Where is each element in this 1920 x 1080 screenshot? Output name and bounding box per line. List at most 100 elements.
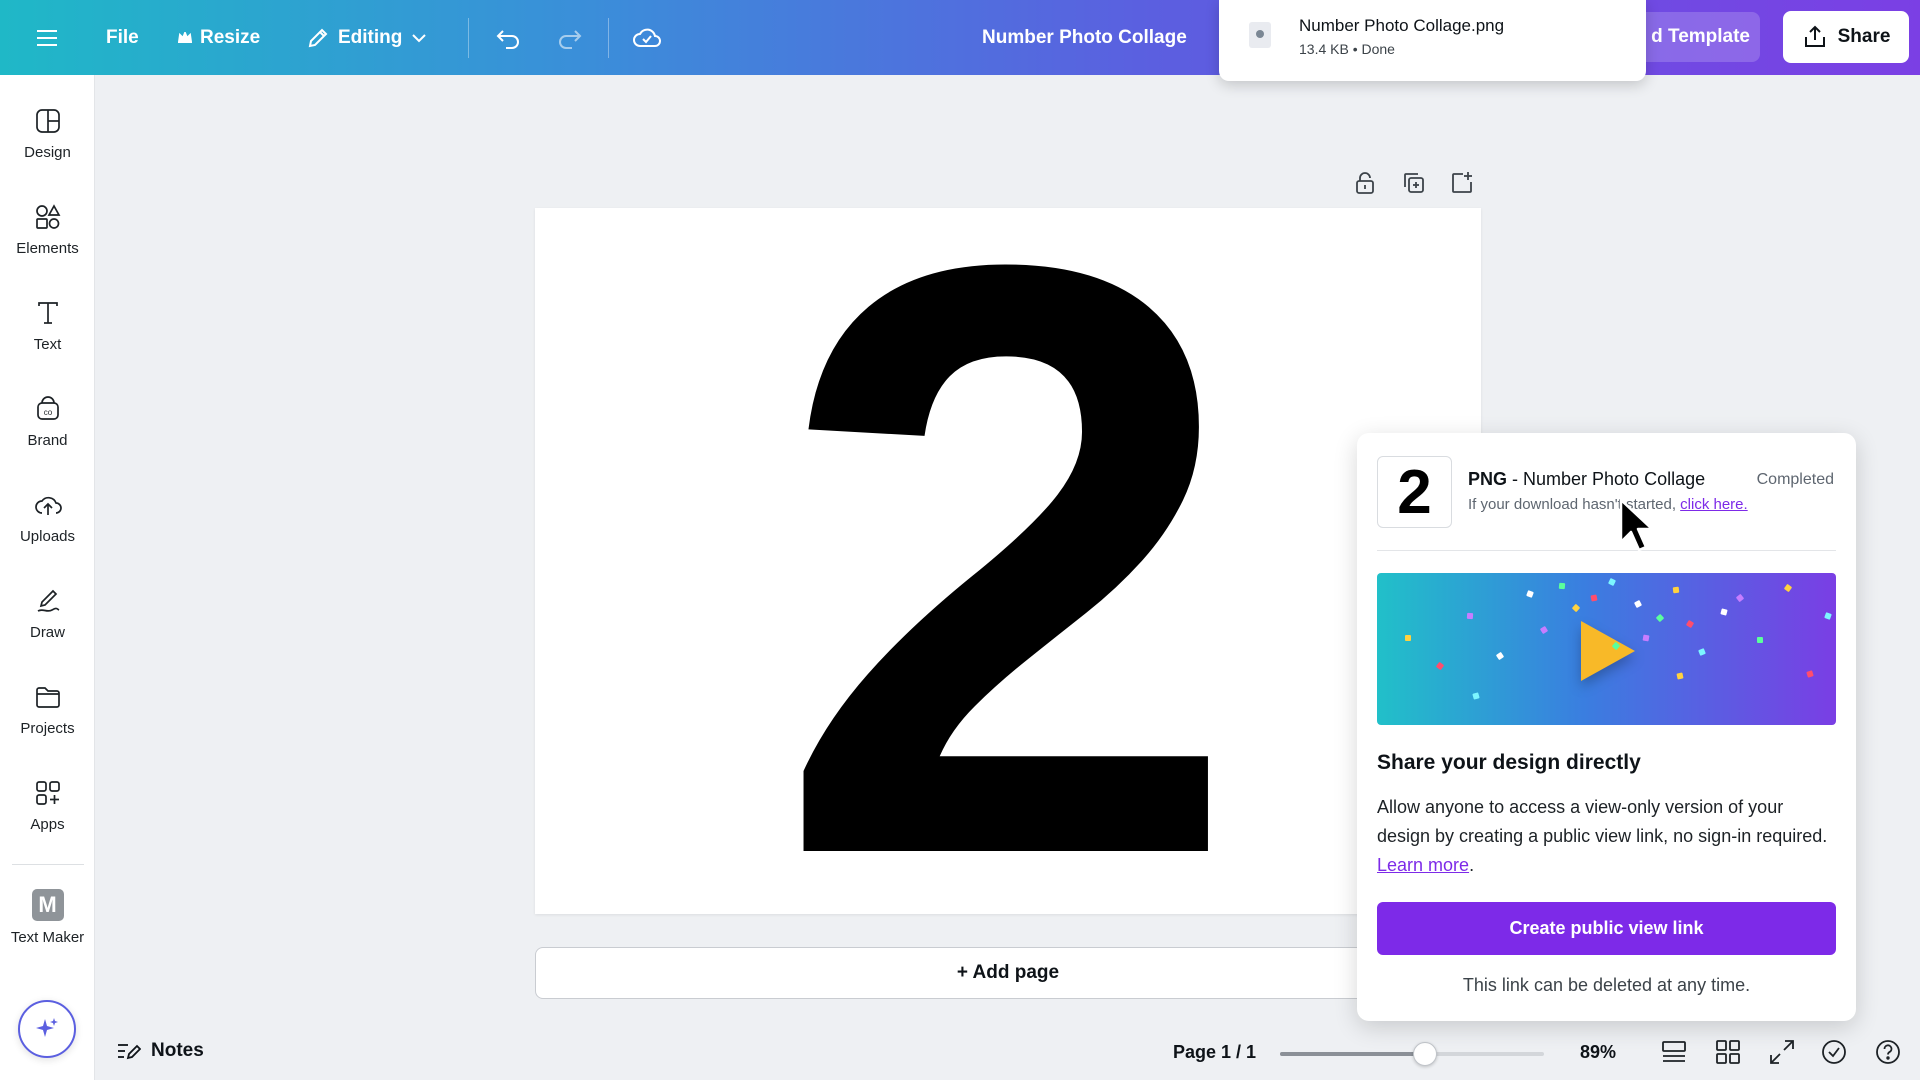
download-file-name: Number Photo Collage.png [1299,16,1505,35]
file-image-icon [1249,22,1271,48]
sidebar-label: Apps [30,816,65,833]
download-title: PNG - Number Photo Collage [1468,469,1705,490]
confetti-piece [1633,599,1643,609]
confetti-piece [1642,634,1650,642]
pencil-icon [308,28,328,47]
page-view-icon [1662,1041,1686,1062]
add-page-icon-button[interactable] [1449,170,1477,198]
number-graphic[interactable]: 2 [535,208,1481,914]
click-here-link[interactable]: click here. [1680,496,1748,513]
share-button[interactable]: Share [1783,11,1909,63]
sidebar-item-apps[interactable]: Apps [0,778,95,858]
learn-more-link[interactable]: Learn more [1377,855,1469,875]
zoom-slider-fill [1280,1052,1426,1056]
brand-icon: co [36,396,59,420]
editing-mode-dropdown[interactable]: Editing [306,0,428,75]
redo-icon [559,29,582,49]
confetti-piece [1756,636,1764,644]
svg-text:co: co [43,408,52,417]
zoom-slider[interactable] [1280,1042,1544,1066]
mouse-cursor-icon [1619,498,1654,552]
undo-button[interactable] [494,0,522,75]
notes-button[interactable]: Notes [115,1040,204,1062]
sidebar-label: Elements [16,240,79,257]
confetti-piece [1655,613,1665,623]
zoom-level[interactable]: 89% [1580,1042,1616,1063]
download-hint: If your download hasn't started, click h… [1468,496,1748,513]
sidebar-divider [12,864,84,865]
design-page[interactable]: 2 [535,208,1481,914]
elements-icon [35,204,60,229]
confetti-piece [1571,603,1581,613]
sidebar-label: Text Maker [10,929,85,946]
cloud-check-icon [633,28,661,47]
confetti-piece [1685,619,1695,629]
upload-cloud-icon [34,496,62,515]
notes-label: Notes [151,1040,204,1061]
confetti-piece [1672,586,1680,594]
lock-page-button[interactable] [1352,170,1380,198]
text-icon [37,302,58,324]
confetti-piece [1735,593,1745,603]
add-page-icon [1452,172,1472,193]
share-description: Allow anyone to access a view-only versi… [1377,797,1828,875]
download-complete-panel: 2 PNG - Number Photo Collage Completed I… [1357,433,1856,1021]
upload-share-icon [1804,25,1825,47]
confetti-piece [1720,608,1728,616]
sidebar-item-brand[interactable]: co Brand [0,394,95,474]
zoom-slider-handle[interactable] [1413,1042,1438,1066]
download-toast[interactable]: Number Photo Collage.png 13.4 KB • Done [1219,0,1646,81]
hamburger-menu-button[interactable] [36,0,58,75]
sidebar-item-text-maker[interactable]: M Text Maker [0,889,95,969]
draw-icon [37,589,59,612]
sidebar-item-text[interactable]: Text [0,298,95,378]
page-view-button[interactable] [1660,1038,1690,1068]
duplicate-page-button[interactable] [1401,170,1429,198]
notes-icon [118,1044,141,1060]
resize-label: Resize [200,26,261,48]
confetti-piece [1676,672,1684,680]
sidebar-item-elements[interactable]: Elements [0,202,95,282]
page-indicator[interactable]: Page 1 / 1 [1173,1042,1256,1063]
grid-view-button[interactable] [1714,1038,1744,1068]
create-public-view-link-button[interactable]: Create public view link [1377,902,1836,955]
template-label: d Template [1651,26,1750,47]
check-circle-icon [1822,1040,1846,1064]
sidebar-item-draw[interactable]: Draw [0,586,95,666]
share-heading: Share your design directly [1377,751,1641,774]
fullscreen-button[interactable] [1768,1038,1798,1068]
confetti-piece [1405,635,1411,641]
help-button[interactable] [1874,1038,1904,1068]
panel-divider [1377,550,1836,551]
lock-icon [1356,172,1374,194]
add-page-button[interactable]: + Add page [535,947,1481,999]
sidebar-label: Uploads [19,528,76,545]
check-design-button[interactable] [1820,1038,1850,1068]
sidebar-label: Projects [20,720,75,737]
sidebar-label: Draw [29,624,65,641]
document-title[interactable]: Number Photo Collage [982,0,1187,75]
sidebar-label: Design [24,144,71,161]
sidebar-item-design[interactable]: Design [0,106,95,186]
resize-button[interactable]: Resize [178,0,260,75]
confetti-piece [1558,582,1566,590]
celebration-banner [1377,573,1836,725]
play-icon [1581,621,1635,681]
design-icon [35,109,60,133]
file-menu-button[interactable]: File [106,0,139,75]
left-sidebar: Design Elements Text co Brand Uploads Dr… [0,75,95,1080]
magic-assistant-button[interactable] [18,1000,76,1058]
text-maker-icon: M [31,889,64,921]
sidebar-item-projects[interactable]: Projects [0,682,95,762]
confetti-piece [1698,648,1706,656]
file-label: File [106,26,139,48]
redo-button[interactable] [556,0,584,75]
cloud-save-status[interactable] [632,0,662,75]
file-format: PNG [1468,469,1508,489]
confetti-piece [1495,651,1505,661]
sidebar-item-uploads[interactable]: Uploads [0,490,95,570]
chevron-down-icon [412,33,427,42]
expand-icon [1770,1040,1794,1064]
confetti-piece [1539,625,1549,635]
confetti-piece [1824,612,1832,620]
